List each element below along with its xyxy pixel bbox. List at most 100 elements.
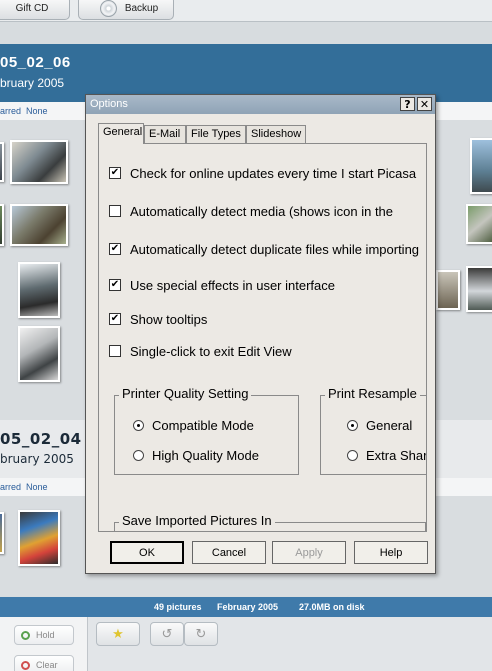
checkbox-detect-duplicates[interactable]: ✔: [109, 243, 121, 255]
option-label: Automatically detect duplicate files whi…: [130, 241, 420, 257]
album-date: bruary 2005: [0, 76, 65, 90]
rotate-left-button[interactable]: ↺: [150, 622, 184, 646]
photo-thumbnail[interactable]: [470, 138, 492, 194]
photo-thumbnail[interactable]: [0, 142, 4, 182]
checkbox-check-updates[interactable]: ✔: [109, 167, 121, 179]
photo-thumbnail[interactable]: [18, 510, 60, 566]
photo-thumbnail[interactable]: [10, 204, 68, 246]
tab-label: E-Mail: [149, 128, 181, 140]
photo-thumbnail[interactable]: [10, 140, 68, 184]
ok-button[interactable]: OK: [110, 541, 184, 564]
option-detect-duplicates[interactable]: ✔ Automatically detect duplicate files w…: [109, 240, 419, 258]
option-single-click-exit[interactable]: Single-click to exit Edit View: [109, 342, 292, 360]
dialog-titlebar[interactable]: Options ? ✕: [86, 95, 435, 114]
tab-slideshow[interactable]: Slideshow: [246, 125, 306, 143]
radio-button[interactable]: [347, 419, 358, 431]
star-button[interactable]: ★: [96, 622, 140, 646]
ok-label: OK: [139, 546, 155, 559]
checkbox-special-effects[interactable]: ✔: [109, 279, 121, 291]
photo-thumbnail[interactable]: [18, 262, 60, 318]
hold-label: Hold: [36, 630, 55, 640]
print-resample-group: Print Resample General Extra Sharp: [320, 386, 427, 475]
cancel-label: Cancel: [211, 546, 247, 559]
photo-thumbnail[interactable]: [0, 204, 4, 246]
photo-thumbnail[interactable]: [466, 266, 492, 312]
clear-button[interactable]: Clear: [14, 655, 74, 671]
backup-label: Backup: [124, 2, 159, 14]
rotate-right-button[interactable]: ↻: [184, 622, 218, 646]
apply-button[interactable]: Apply: [272, 541, 346, 564]
radio-label: Compatible Mode: [152, 417, 254, 433]
general-tab-page: ✔ Check for online updates every time I …: [98, 143, 427, 532]
photo-thumbnail[interactable]: [466, 204, 492, 244]
radio-button[interactable]: [133, 419, 144, 431]
print-resample-legend: Print Resample: [325, 386, 420, 401]
none-link[interactable]: None: [26, 482, 48, 492]
close-button[interactable]: ✕: [417, 97, 432, 111]
radio-button[interactable]: [133, 449, 144, 461]
disk-size: 27.0MB on disk: [299, 602, 365, 612]
option-label: Single-click to exit Edit View: [130, 343, 292, 359]
radio-label: High Quality Mode: [152, 447, 259, 463]
status-bar: 49 pictures February 2005 27.0MB on disk: [0, 597, 492, 617]
checkbox-show-tooltips[interactable]: ✔: [109, 313, 121, 325]
option-check-updates[interactable]: ✔ Check for online updates every time I …: [109, 164, 416, 182]
clear-label: Clear: [36, 660, 58, 670]
option-label: Check for online updates every time I st…: [130, 165, 417, 181]
photo-thumbnail[interactable]: [436, 270, 460, 310]
option-label: Automatically detect media (shows icon i…: [130, 203, 394, 219]
option-detect-media[interactable]: Automatically detect media (shows icon i…: [109, 202, 393, 220]
radio-extra-sharp[interactable]: Extra Sharp: [347, 446, 427, 464]
album-month: February 2005: [217, 602, 279, 612]
save-imported-legend: Save Imported Pictures In: [119, 513, 275, 528]
app-toolbar: Gift CD Backup: [0, 0, 492, 22]
dialog-title: Options: [90, 98, 128, 110]
starred-link[interactable]: arred: [0, 482, 21, 492]
help-label: Help: [379, 546, 403, 559]
photo-thumbnail[interactable]: [18, 326, 60, 382]
apply-label: Apply: [295, 546, 323, 559]
option-special-effects[interactable]: ✔ Use special effects in user interface: [109, 276, 335, 294]
option-label: Show tooltips: [130, 311, 208, 327]
hold-icon: [21, 630, 30, 640]
hold-button[interactable]: Hold: [14, 625, 74, 645]
cancel-button[interactable]: Cancel: [192, 541, 266, 564]
radio-high-quality-mode[interactable]: High Quality Mode: [133, 446, 259, 464]
gift-cd-label: Gift CD: [15, 2, 49, 14]
radio-label: Extra Sharp: [366, 447, 427, 463]
checkbox-single-click-exit[interactable]: [109, 345, 121, 357]
backup-button[interactable]: Backup: [78, 0, 174, 20]
album-date: bruary 2005: [0, 452, 74, 466]
picture-tray: Hold Clear: [0, 617, 88, 671]
none-link[interactable]: None: [26, 106, 48, 116]
help-title-button[interactable]: ?: [400, 97, 415, 111]
clear-icon: [21, 660, 30, 670]
tab-label: Slideshow: [251, 128, 302, 140]
printer-quality-group: Printer Quality Setting Compatible Mode …: [114, 386, 299, 475]
gift-cd-button[interactable]: Gift CD: [0, 0, 70, 20]
radio-compatible-mode[interactable]: Compatible Mode: [133, 416, 254, 434]
tab-email[interactable]: E-Mail: [144, 125, 186, 143]
close-icon: ✕: [419, 97, 430, 111]
photo-thumbnail[interactable]: [0, 512, 4, 554]
help-icon: ?: [404, 97, 411, 111]
tab-label: General: [103, 126, 143, 138]
picture-count: 49 pictures: [154, 602, 202, 612]
tab-file-types[interactable]: File Types: [186, 125, 246, 143]
tab-label: File Types: [191, 128, 241, 140]
option-label: Use special effects in user interface: [130, 277, 335, 293]
checkbox-detect-media[interactable]: [109, 205, 121, 217]
radio-label: General: [366, 417, 413, 433]
radio-button[interactable]: [347, 449, 358, 461]
album-title: 05_02_04: [0, 430, 82, 448]
options-dialog: Options ? ✕ General E-Mail File Types Sl…: [85, 94, 436, 574]
radio-general[interactable]: General: [347, 416, 412, 434]
album-title: 05_02_06: [0, 54, 71, 71]
printer-quality-legend: Printer Quality Setting: [119, 386, 252, 401]
tab-general[interactable]: General: [98, 123, 144, 144]
save-imported-group: Save Imported Pictures In: [114, 513, 426, 531]
option-show-tooltips[interactable]: ✔ Show tooltips: [109, 310, 207, 328]
starred-link[interactable]: arred: [0, 106, 21, 116]
cd-icon: [99, 0, 117, 17]
help-button[interactable]: Help: [354, 541, 428, 564]
